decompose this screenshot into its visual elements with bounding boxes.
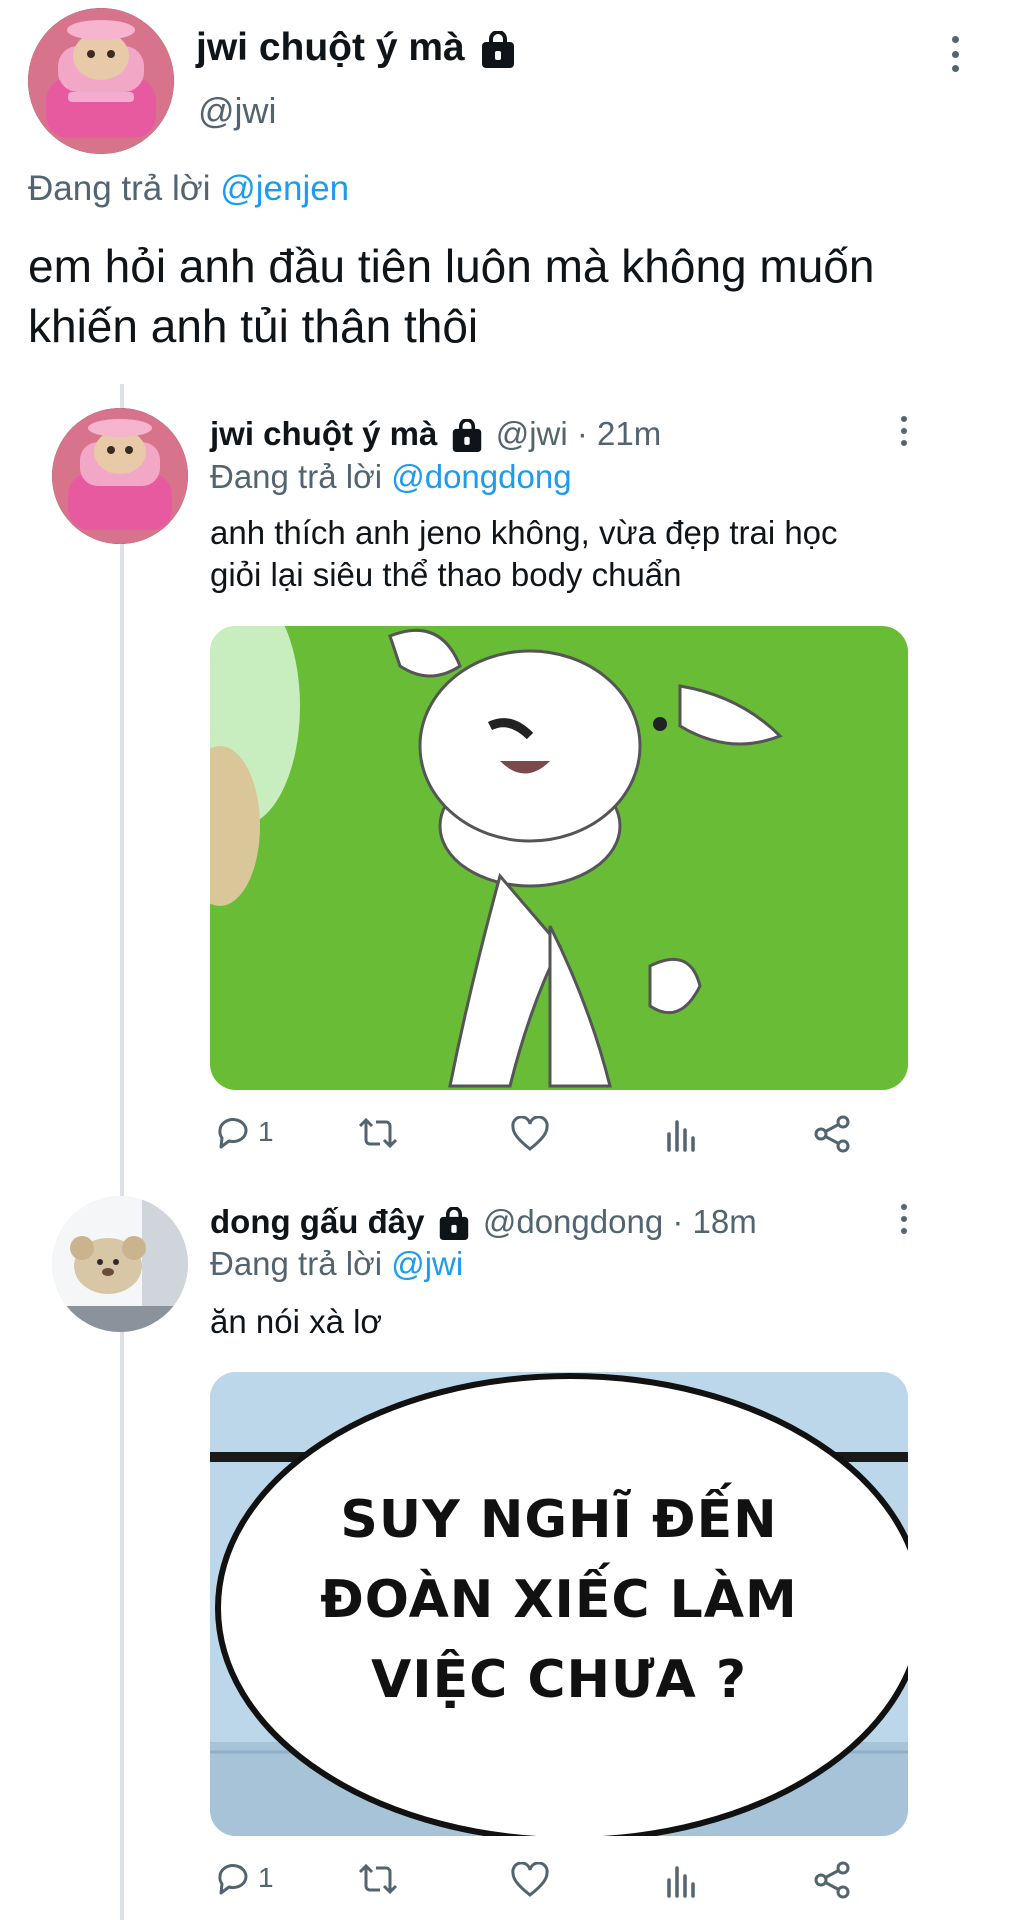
more-icon[interactable] xyxy=(898,1204,910,1234)
speech-bubble-line2: ĐOÀN XIẾC LÀM xyxy=(320,1570,798,1630)
share-icon xyxy=(814,1115,850,1153)
analytics-icon xyxy=(667,1866,695,1898)
reply1-handle[interactable]: @jwi xyxy=(496,415,568,452)
main-display-name[interactable]: jwi chuột ý mà xyxy=(196,22,516,74)
analytics-icon xyxy=(667,1120,695,1152)
reply1-header: jwi chuột ý mà @jwi · 21m xyxy=(210,412,661,456)
reply-to-link[interactable]: @jenjen xyxy=(220,169,349,208)
reply2-avatar[interactable] xyxy=(52,1196,188,1332)
reply-prefix: Đang trả lời xyxy=(210,1245,383,1282)
reply-to-link[interactable]: @jwi xyxy=(391,1245,463,1282)
retweet-button[interactable] xyxy=(356,1862,400,1896)
reply-count: 1 xyxy=(258,1862,274,1893)
analytics-button[interactable] xyxy=(664,1116,700,1152)
main-display-name-text[interactable]: jwi chuột ý mà xyxy=(196,26,465,69)
reply2-time[interactable]: · 18m xyxy=(672,1203,756,1240)
reply-button[interactable]: 1 xyxy=(214,1114,274,1150)
main-tweet-text-line1: em hỏi anh đầu tiên luôn mà không muốn xyxy=(28,240,875,292)
like-button[interactable] xyxy=(510,1116,550,1152)
reply1-text-line1: anh thích anh jeno không, vừa đẹp trai h… xyxy=(210,514,838,551)
reply1-text-line2: giỏi lại siêu thể thao body chuẩn xyxy=(210,556,682,593)
retweet-icon xyxy=(358,1117,398,1149)
share-button[interactable] xyxy=(812,1114,852,1154)
reply-button[interactable]: 1 xyxy=(214,1860,274,1896)
like-icon xyxy=(511,1116,549,1151)
reply2-display-name[interactable]: dong gấu đây xyxy=(210,1203,425,1240)
lock-icon xyxy=(481,30,514,68)
reply-count: 1 xyxy=(258,1116,274,1147)
share-icon xyxy=(814,1861,850,1899)
main-tweet-text-line2: khiến anh tủi thân thôi xyxy=(28,300,479,352)
speech-bubble-text: SUY NGHĨ ĐẾN ĐOÀN XIẾC LÀM VIỆC CHƯA ? xyxy=(210,1480,908,1720)
main-handle[interactable]: @jwi xyxy=(198,88,277,134)
lock-icon xyxy=(439,1207,468,1241)
reply1-reply-context: Đang trả lời @dongdong xyxy=(210,455,572,499)
reply-icon xyxy=(218,1118,248,1149)
reply-prefix: Đang trả lời xyxy=(28,169,211,208)
reply-to-link[interactable]: @dongdong xyxy=(391,458,571,495)
reply1-text: anh thích anh jeno không, vừa đẹp trai h… xyxy=(210,512,838,596)
speech-bubble-line3: VIỆC CHƯA ? xyxy=(370,1650,747,1710)
reply-icon xyxy=(218,1864,248,1895)
thread-line xyxy=(120,384,124,1920)
more-icon[interactable] xyxy=(898,416,910,446)
retweet-icon xyxy=(358,1863,398,1895)
speech-bubble-line1: SUY NGHĨ ĐẾN xyxy=(340,1490,778,1550)
analytics-button[interactable] xyxy=(664,1862,700,1898)
more-icon[interactable] xyxy=(948,36,962,72)
reply-prefix: Đang trả lời xyxy=(210,458,383,495)
reply2-reply-context: Đang trả lời @jwi xyxy=(210,1242,463,1286)
main-tweet-text: em hỏi anh đầu tiên luôn mà không muốn k… xyxy=(28,236,874,356)
share-button[interactable] xyxy=(812,1860,852,1900)
main-avatar[interactable] xyxy=(28,8,174,154)
reply2-handle[interactable]: @dongdong xyxy=(483,1203,663,1240)
retweet-button[interactable] xyxy=(356,1116,400,1150)
reply2-header: dong gấu đây @dongdong · 18m xyxy=(210,1200,757,1244)
reply1-display-name[interactable]: jwi chuột ý mà xyxy=(210,415,437,452)
like-icon xyxy=(511,1862,549,1897)
reply1-avatar[interactable] xyxy=(52,408,188,544)
reply2-media-image[interactable]: SUY NGHĨ ĐẾN ĐOÀN XIẾC LÀM VIỆC CHƯA ? xyxy=(210,1372,908,1836)
lock-icon xyxy=(452,419,481,453)
main-reply-context: Đang trả lời @jenjen xyxy=(28,166,349,212)
like-button[interactable] xyxy=(510,1862,550,1898)
reply1-media-image[interactable] xyxy=(210,626,908,1090)
reply1-time[interactable]: · 21m xyxy=(577,415,661,452)
reply2-text: ăn nói xà lơ xyxy=(210,1303,383,1340)
